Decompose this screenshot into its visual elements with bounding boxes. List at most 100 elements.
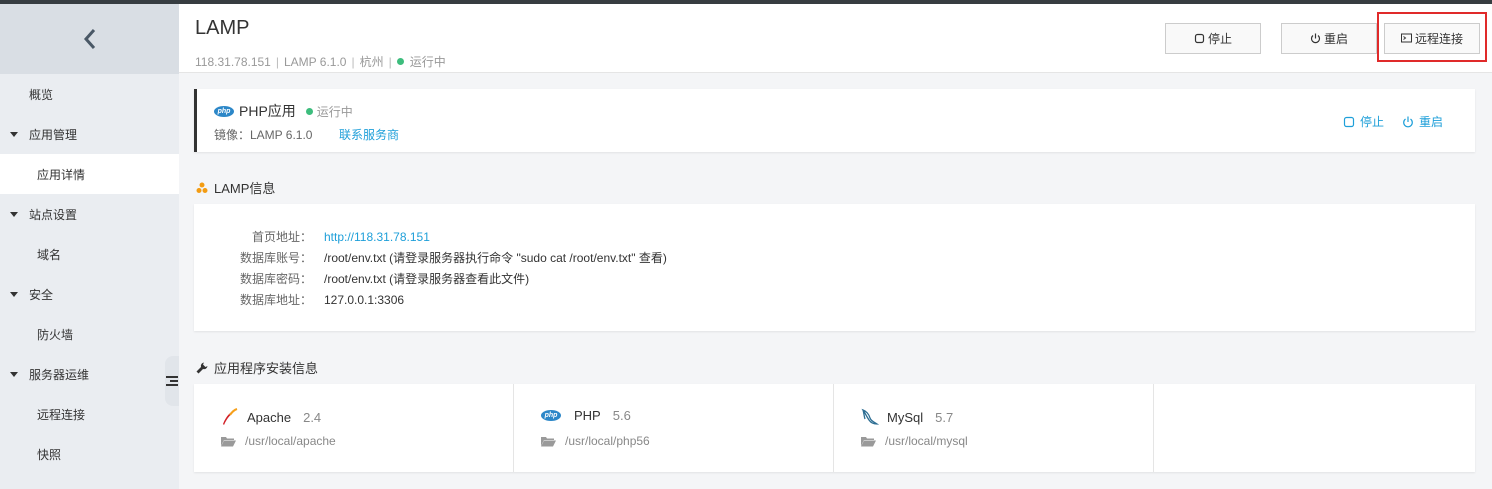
- back-button[interactable]: [0, 4, 179, 74]
- page-title: LAMP: [195, 17, 250, 39]
- chevron-left-icon: [83, 29, 95, 49]
- highlight-box: [1377, 12, 1487, 62]
- install-item-name: MySql 5.7: [861, 408, 953, 426]
- separator: |: [275, 54, 279, 69]
- lamp-info-card: 首页地址： http://118.31.78.151 数据库账号： /root/…: [194, 204, 1475, 331]
- sidebar-item-domain[interactable]: 域名: [0, 234, 179, 274]
- app-stop-label: 停止: [1360, 115, 1385, 129]
- sidebar-group-site-settings[interactable]: 站点设置: [0, 194, 179, 234]
- sidebar-item-label: 远程连接: [37, 407, 86, 422]
- info-label: 数据库账号：: [239, 251, 312, 265]
- homepage-link[interactable]: http://118.31.78.151: [324, 230, 430, 244]
- sidebar-item-app-details[interactable]: 应用详情: [0, 154, 179, 194]
- install-item-path: /usr/local/mysql: [861, 434, 968, 448]
- separator: |: [388, 54, 392, 69]
- app-image: 镜像：LAMP 6.1.0: [214, 128, 313, 142]
- info-label: 数据库地址：: [239, 293, 312, 307]
- app-card: php PHP应用 运行中 镜像：LAMP 6.1.0 联系服务商 停止 重启: [194, 89, 1475, 152]
- folder-open-icon: [541, 437, 556, 447]
- sidebar-item-overview[interactable]: 概览: [0, 74, 179, 114]
- sidebar-group-app-management[interactable]: 应用管理: [0, 114, 179, 154]
- install-item-label: MySql: [887, 409, 924, 425]
- install-item-label: PHP: [574, 408, 601, 423]
- caret-down-icon: [10, 131, 18, 137]
- caret-down-icon: [10, 371, 18, 377]
- install-item-apache: Apache 2.4 /usr/local/apache: [194, 384, 514, 472]
- install-info-card: Apache 2.4 /usr/local/apache php PHP 5.6 /…: [194, 384, 1475, 472]
- info-label: 数据库密码：: [239, 272, 312, 286]
- sidebar-item-label: 服务器运维: [29, 367, 90, 382]
- install-item-empty: [1154, 384, 1475, 472]
- install-path-label: /usr/local/mysql: [885, 434, 968, 448]
- sidebar-item-firewall[interactable]: 防火墙: [0, 314, 179, 354]
- info-row: 数据库账号： /root/env.txt (请登录服务器执行命令 "sudo c…: [194, 247, 667, 268]
- app-restart-label: 重启: [1419, 115, 1444, 129]
- sidebar: 概览 应用管理 应用详情 站点设置 域名 安全 防火墙 服务器运维 远程连接 快…: [0, 4, 179, 489]
- folder-open-icon: [861, 437, 876, 447]
- app-status-label: 运行中: [316, 104, 353, 119]
- install-item-name: php PHP 5.6: [541, 408, 631, 423]
- install-info-title-label: 应用程序安装信息: [214, 361, 319, 376]
- cubes-icon: [196, 182, 208, 193]
- sidebar-item-label: 快照: [37, 447, 62, 462]
- sidebar-item-snapshot[interactable]: 快照: [0, 434, 179, 474]
- info-row: 首页地址： http://118.31.78.151: [194, 226, 430, 247]
- contact-provider-link[interactable]: 联系服务商: [339, 126, 399, 143]
- sidebar-collapse-toggle[interactable]: [165, 356, 179, 406]
- apache-feather-icon: [223, 408, 238, 425]
- php-logo-icon: php: [541, 410, 561, 421]
- info-value: 127.0.0.1:3306: [324, 292, 405, 307]
- app-restart-button[interactable]: 重启: [1402, 113, 1443, 130]
- instance-status: 运行中: [409, 55, 446, 69]
- sidebar-item-remote-connect[interactable]: 远程连接: [0, 394, 179, 434]
- lamp-info-title-label: LAMP信息: [214, 181, 276, 196]
- mysql-dolphin-icon: [861, 408, 879, 425]
- info-value: /root/env.txt (请登录服务器查看此文件): [324, 272, 530, 286]
- page-header: LAMP 118.31.78.151 | LAMP 6.1.0 | 杭州 | 运…: [179, 4, 1492, 73]
- restart-button-label: 重启: [1323, 32, 1348, 46]
- stop-icon: [1194, 33, 1205, 44]
- install-item-label: Apache: [247, 409, 292, 425]
- install-info-title: 应用程序安装信息: [196, 358, 318, 377]
- info-row: 数据库密码： /root/env.txt (请登录服务器查看此文件): [194, 268, 529, 289]
- install-item-php: php PHP 5.6 /usr/local/php56: [514, 384, 834, 472]
- sidebar-item-label: 应用详情: [37, 167, 86, 182]
- install-path-label: /usr/local/apache: [245, 434, 336, 448]
- folder-open-icon: [221, 437, 236, 447]
- menu-collapse-icon: [166, 376, 178, 386]
- lamp-info-title: LAMP信息: [196, 178, 275, 197]
- instance-region: 杭州: [359, 55, 384, 69]
- caret-down-icon: [10, 211, 18, 217]
- php-logo-icon: php: [214, 105, 234, 117]
- install-item-path: /usr/local/php56: [541, 434, 650, 448]
- power-icon: [1403, 116, 1413, 127]
- sidebar-item-label: 概览: [29, 87, 54, 102]
- stop-button[interactable]: 停止: [1165, 23, 1261, 54]
- app-name-row: php PHP应用 运行中: [214, 101, 353, 121]
- caret-down-icon: [10, 291, 18, 297]
- info-label: 首页地址：: [251, 230, 312, 244]
- restart-button[interactable]: 重启: [1281, 23, 1377, 54]
- power-icon: [1310, 33, 1321, 44]
- wrench-icon: [196, 362, 208, 373]
- separator: |: [351, 54, 355, 69]
- sidebar-group-server-ops[interactable]: 服务器运维: [0, 354, 179, 394]
- install-item-mysql: MySql 5.7 /usr/local/mysql: [834, 384, 1154, 472]
- info-row: 数据库地址： 127.0.0.1:3306: [194, 289, 404, 310]
- install-path-label: /usr/local/php56: [565, 434, 650, 448]
- stop-icon: [1343, 116, 1355, 127]
- install-item-version: 2.4: [303, 409, 322, 425]
- app-name: PHP应用: [239, 103, 296, 119]
- app-status: 运行中: [305, 103, 353, 120]
- sidebar-item-label: 防火墙: [37, 327, 74, 342]
- instance-meta: 118.31.78.151 | LAMP 6.1.0 | 杭州 | 运行中: [195, 53, 446, 70]
- status-dot: [305, 107, 313, 115]
- install-item-path: /usr/local/apache: [221, 434, 336, 448]
- sidebar-item-label: 站点设置: [29, 207, 78, 222]
- install-item-name: Apache 2.4: [221, 408, 321, 426]
- install-item-version: 5.6: [612, 408, 631, 423]
- app-stop-button[interactable]: 停止: [1343, 113, 1384, 130]
- sidebar-group-security[interactable]: 安全: [0, 274, 179, 314]
- stop-button-label: 停止: [1207, 32, 1232, 46]
- status-dot: [396, 58, 404, 65]
